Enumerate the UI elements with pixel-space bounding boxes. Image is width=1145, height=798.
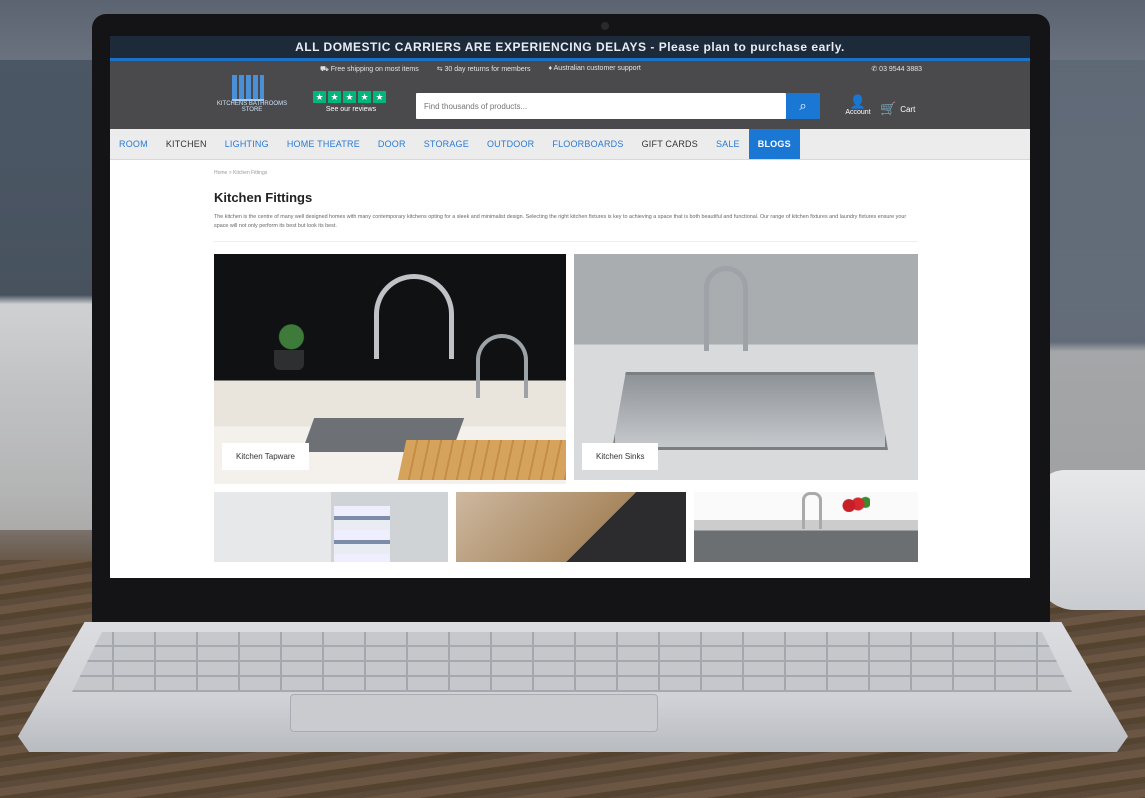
search-input[interactable] <box>416 93 762 119</box>
plant-pot <box>274 350 304 370</box>
site-logo[interactable]: KITCHENS BATHROOMS STORE <box>216 71 288 119</box>
main-nav: ROOM KITCHEN LIGHTING HOME THEATRE DOOR … <box>110 129 1030 160</box>
background-wall <box>1035 60 1145 530</box>
nav-item-outdoor[interactable]: OUTDOOR <box>478 139 543 149</box>
nav-item-kitchen[interactable]: KITCHEN <box>157 139 216 149</box>
nav-item-storage[interactable]: STORAGE <box>415 139 478 149</box>
see-reviews-link[interactable]: See our reviews <box>313 106 389 113</box>
laptop-trackpad <box>290 694 658 732</box>
star-icon: ★ <box>373 91 386 103</box>
trustpilot-rating[interactable]: ★ ★ ★ ★ ★ See our reviews <box>313 91 389 113</box>
returns-perk: ⇆ 30 day returns for members <box>436 66 531 73</box>
nav-item-floorboards[interactable]: FLOORBOARDS <box>543 139 632 149</box>
main-content: Home > Kitchen Fittings Kitchen Fittings… <box>110 170 1030 562</box>
nav-item-door[interactable]: DOOR <box>369 139 415 149</box>
monitor-stand <box>1035 470 1145 610</box>
phone-number[interactable]: ✆ 03 9544 3883 <box>871 65 922 73</box>
pantry-shelf-image <box>334 506 390 562</box>
faucet-image <box>374 274 454 359</box>
tomatoes-image <box>840 496 870 512</box>
user-icon: 👤 <box>849 94 867 109</box>
star-icon: ★ <box>328 91 341 103</box>
category-tile-laundry[interactable] <box>694 492 918 562</box>
category-label[interactable]: Kitchen Tapware <box>222 443 309 470</box>
logo-graphic <box>232 75 264 101</box>
account-label: Account <box>845 109 871 116</box>
faucet-image <box>476 334 528 398</box>
nav-item-gift-cards[interactable]: GIFT CARDS <box>633 139 707 149</box>
category-tile-kitchen-sinks[interactable]: Kitchen Sinks <box>574 254 918 480</box>
breadcrumb-separator: > <box>228 170 232 176</box>
nav-item-home-theatre[interactable]: HOME THEATRE <box>278 139 369 149</box>
breadcrumb: Home > Kitchen Fittings <box>214 170 926 176</box>
background-shelf <box>0 60 100 530</box>
tap-image <box>802 492 822 529</box>
search-icon: ⌕ <box>799 98 807 113</box>
logo-text: KITCHENS BATHROOMS STORE <box>216 101 288 113</box>
search-box: ⌕ <box>416 93 820 119</box>
announcement-banner: ALL DOMESTIC CARRIERS ARE EXPERIENCING D… <box>110 36 1030 61</box>
star-icon: ★ <box>313 91 326 103</box>
star-icon: ★ <box>358 91 371 103</box>
page-title: Kitchen Fittings <box>214 190 313 205</box>
category-grid: Kitchen Tapware Kitchen Sinks <box>214 254 918 484</box>
cart-button[interactable]: 🛒 Cart <box>880 101 915 117</box>
category-grid-row-2 <box>214 492 918 562</box>
divider <box>214 241 918 242</box>
tap-image <box>704 266 748 351</box>
webcam <box>601 22 609 30</box>
star-icon: ★ <box>343 91 356 103</box>
free-shipping-perk: ⛟ Free shipping on most items <box>320 66 419 73</box>
search-button[interactable]: ⌕ <box>786 93 820 119</box>
site-header: ⛟ Free shipping on most items ⇆ 30 day r… <box>110 61 1030 129</box>
nav-item-lighting[interactable]: LIGHTING <box>216 139 278 149</box>
cart-icon: 🛒 <box>880 101 897 116</box>
category-label[interactable]: Kitchen Sinks <box>582 443 659 470</box>
rating-stars: ★ ★ ★ ★ ★ <box>313 91 389 103</box>
support-perk: ♦ Australian customer support <box>548 65 641 72</box>
breadcrumb-home[interactable]: Home <box>214 170 227 176</box>
page-description: The kitchen is the centre of many well d… <box>214 214 907 229</box>
category-tile-pantry[interactable] <box>214 492 448 562</box>
sink-basin-image <box>612 372 888 450</box>
category-tile-kitchen-tapware[interactable]: Kitchen Tapware <box>214 254 566 484</box>
cart-label: Cart <box>900 104 916 114</box>
breadcrumb-current: Kitchen Fittings <box>233 170 268 176</box>
laptop-keyboard <box>72 632 1072 692</box>
category-tile-drawer[interactable] <box>456 492 686 562</box>
nav-item-room[interactable]: ROOM <box>110 139 157 149</box>
nav-item-blogs[interactable]: BLOGS <box>748 129 800 159</box>
perks-bar: ⛟ Free shipping on most items ⇆ 30 day r… <box>320 65 641 74</box>
cutting-board-image <box>397 440 566 480</box>
nav-item-sale[interactable]: SALE <box>707 139 749 149</box>
account-button[interactable]: 👤 Account <box>842 94 874 117</box>
laptop-screen: ALL DOMESTIC CARRIERS ARE EXPERIENCING D… <box>110 36 1030 578</box>
